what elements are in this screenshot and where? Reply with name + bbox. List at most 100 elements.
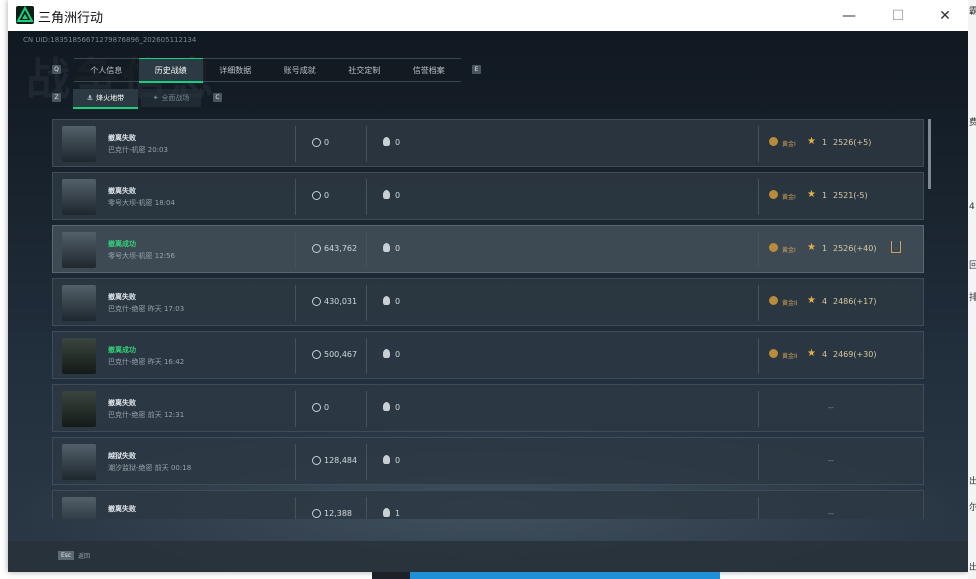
extraction-value: 128,484 [324, 456, 358, 465]
star-icon: ★ [807, 348, 816, 359]
match-row[interactable]: 撤离成功 零号大坝-机密 12:56 643,762 0 黄金I ★ 1 252… [52, 225, 924, 273]
operator-avatar [62, 126, 96, 162]
match-row[interactable]: 撤离失败 零号大坝-机密 18:04 0 0 黄金I ★ 1 2521(-5) [52, 172, 924, 220]
divider [295, 444, 296, 480]
divider [758, 126, 759, 162]
divider [758, 338, 759, 374]
rank-score: 2526(+40) [833, 244, 877, 253]
match-row[interactable]: 撤离失败 巴克什-绝密 前天 12:31 0 0 -- [52, 384, 924, 432]
tab-personal-info[interactable]: 个人信息 [74, 58, 139, 82]
edge-text: 霸 [969, 7, 976, 17]
tab-reputation[interactable]: 信誉档案 [396, 58, 461, 82]
divider [295, 338, 296, 374]
operator-avatar [62, 338, 96, 374]
skull-icon [383, 296, 390, 305]
match-row[interactable]: 撤离失败 巴克什-绝密 昨天 17:03 430,031 0 黄金II ★ 4 … [52, 278, 924, 326]
tab-prev-hint[interactable]: Q [52, 65, 61, 74]
rank-label: 黄金I [782, 141, 796, 148]
divider [366, 126, 367, 162]
rank-up-chevron-icon [891, 241, 901, 253]
rank-label: 黄金II [782, 300, 798, 307]
tab-match-history[interactable]: 历史战绩 [138, 58, 203, 83]
star-icon: ★ [807, 189, 816, 200]
list-scrollbar[interactable] [928, 119, 931, 189]
rank-label: 黄金I [782, 194, 796, 201]
rank-label: 黄金II [782, 353, 798, 360]
operator-avatar [62, 285, 96, 321]
tab-achievements[interactable]: 账号成就 [267, 58, 332, 82]
tab-next-hint[interactable]: E [472, 65, 481, 74]
kill-count: 0 [395, 350, 401, 359]
rank-icon [769, 190, 778, 199]
subtab-next-hint[interactable]: C [213, 93, 222, 102]
match-row[interactable]: 撤离失败 巴克什-机密 20:03 0 0 黄金I ★ 1 2526(+5) [52, 119, 924, 167]
match-status: 撤离失败 [108, 187, 136, 195]
match-row[interactable]: 撤离失败 12,388 1 -- [52, 490, 924, 519]
subtab-extraction[interactable]: ⚓ 烽火地带 [73, 89, 138, 109]
skull-icon [383, 243, 390, 252]
title-bar: 三角洲行动 — ☐ ✕ [8, 0, 968, 32]
rank-icon [769, 243, 778, 252]
edge-text: 出 [969, 563, 976, 573]
rank-score: -- [828, 509, 834, 518]
match-row[interactable]: 撤离成功 巴克什-绝密 昨天 16:42 500,467 0 黄金II ★ 4 … [52, 331, 924, 379]
match-map-time: 零号大坝-机密 18:04 [108, 199, 175, 207]
match-map-time: 巴克什-绝密 前天 12:31 [108, 411, 185, 419]
operator-avatar [62, 444, 96, 480]
rank-tier: 1 [822, 138, 828, 147]
rank-tier: 4 [822, 350, 828, 359]
divider [366, 232, 367, 268]
uid-label: CN UID:18351856671279876896_202605112134 [23, 36, 197, 44]
rank-label: 黄金I [782, 247, 796, 254]
main-tabs: 个人信息 历史战绩 详细数据 账号成就 社交定制 信誉档案 [74, 58, 461, 83]
kill-count: 0 [395, 297, 401, 306]
match-map-time: 零号大坝-机密 12:56 [108, 252, 175, 260]
skull-icon [383, 402, 390, 411]
divider [366, 338, 367, 374]
divider [295, 391, 296, 427]
divider [295, 497, 296, 519]
edge-text: 费 [969, 118, 976, 128]
star-icon: ★ [807, 242, 816, 253]
tab-social[interactable]: 社交定制 [332, 58, 397, 82]
divider [758, 497, 759, 519]
divider [758, 391, 759, 427]
subtab-battlefield[interactable]: ✦ 全面战场 [141, 89, 201, 107]
rank-score: 2526(+5) [833, 138, 872, 147]
divider [366, 285, 367, 321]
tab-detailed-data[interactable]: 详细数据 [203, 58, 268, 82]
coin-icon [312, 403, 321, 412]
extraction-value: 643,762 [324, 244, 358, 253]
extraction-value: 12,388 [324, 509, 352, 518]
operator-avatar [62, 497, 96, 519]
match-map-time: 巴克什-绝密 昨天 17:03 [108, 305, 185, 313]
match-status: 撤离失败 [108, 134, 136, 142]
match-status: 撤离失败 [108, 293, 136, 301]
minimize-button[interactable]: — [826, 0, 872, 31]
skull-icon [383, 508, 390, 517]
maximize-button[interactable]: ☐ [875, 0, 921, 31]
kill-count: 0 [395, 191, 401, 200]
star-icon: ★ [807, 295, 816, 306]
esc-key-hint[interactable]: Esc [58, 551, 75, 560]
star-icon: ★ [807, 136, 816, 147]
game-content: 战争信息 CN UID:18351856671279876896_2026051… [8, 31, 968, 572]
skull-icon [383, 137, 390, 146]
skull-icon [383, 455, 390, 464]
divider [295, 232, 296, 268]
match-row[interactable]: 越狱失败 潮汐监狱-绝密 前天 00:18 128,484 0 -- [52, 437, 924, 485]
subtab-prev-hint[interactable]: Z [52, 93, 61, 102]
skull-icon [383, 190, 390, 199]
rank-icon [769, 349, 778, 358]
match-map-time: 潮汐监狱-绝密 前天 00:18 [108, 464, 192, 472]
back-label: 返回 [78, 553, 91, 560]
app-logo-icon [16, 5, 34, 24]
taskbar-active-item[interactable] [410, 572, 720, 579]
coin-icon [312, 297, 321, 306]
close-button[interactable]: ✕ [922, 0, 968, 31]
rank-tier: 4 [822, 297, 828, 306]
divider [295, 285, 296, 321]
divider [295, 179, 296, 215]
divider [366, 391, 367, 427]
coin-icon [312, 244, 321, 253]
